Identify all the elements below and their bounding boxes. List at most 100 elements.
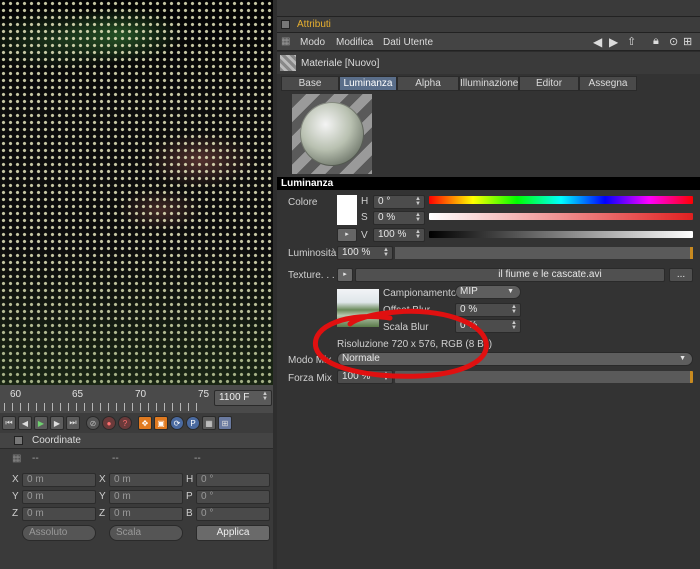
color-swatch[interactable] — [337, 195, 357, 225]
menu-modo[interactable]: Modo — [300, 37, 325, 48]
rotate-icon[interactable]: ⟳ — [170, 416, 184, 430]
axis-label: Y — [99, 491, 106, 502]
rotation-p-field[interactable]: 0 ° — [196, 490, 270, 504]
record-icon[interactable]: ● — [102, 416, 116, 430]
value-slider[interactable] — [429, 231, 693, 238]
step-forward-icon[interactable]: ▶ — [50, 416, 64, 430]
axis-label: P — [186, 491, 193, 502]
pin-icon[interactable]: ⊙ — [669, 35, 678, 48]
grid-icon[interactable]: ▦ — [202, 416, 216, 430]
size-mode-dropdown[interactable]: Scala — [109, 525, 183, 541]
mix-mode-label: Modo Mix — [288, 355, 332, 366]
timeline-tick: 60 — [10, 389, 22, 400]
new-panel-icon[interactable]: ⊞ — [683, 35, 692, 48]
texture-thumbnail — [337, 289, 379, 327]
coordinates-title: Coordinate — [32, 435, 81, 446]
saturation-field[interactable]: 0 % ▲ ▼ — [373, 211, 425, 225]
apply-button[interactable]: Applica — [196, 525, 270, 541]
spinner-icon[interactable]: ▲ ▼ — [262, 391, 268, 402]
scale-blur-field[interactable]: 0 % ▲ ▼ — [455, 319, 521, 333]
texture-file-button[interactable]: il fiume e le cascate.avi — [355, 268, 665, 282]
lock-icon[interactable]: 🔒︎ — [653, 35, 659, 48]
position-x-field[interactable]: 0 m — [22, 473, 96, 487]
tab-illuminazione[interactable]: Illuminazione — [459, 76, 519, 91]
texture-menu-button[interactable]: ▸ — [337, 268, 353, 282]
menu-modifica[interactable]: Modifica — [336, 37, 373, 48]
brightness-slider[interactable] — [395, 247, 693, 259]
offset-blur-label: Offset Blur — [383, 305, 431, 316]
saturation-slider[interactable] — [429, 213, 693, 220]
hue-field[interactable]: 0 ° ▲ ▼ — [373, 195, 425, 209]
param-icon[interactable]: P — [186, 416, 200, 430]
keys-icon[interactable]: ⊞ — [218, 416, 232, 430]
texture-label: Texture. . . — [288, 270, 335, 281]
size-z-field[interactable]: 0 m — [109, 507, 183, 521]
tab-alpha[interactable]: Alpha — [397, 76, 459, 91]
timeline-tick: 75 — [198, 389, 210, 400]
attributes-header: Attributi — [277, 17, 700, 33]
forward-arrow-icon[interactable]: ▶ — [609, 35, 618, 49]
axis-label: H — [186, 474, 194, 485]
mix-strength-field[interactable]: 100 % ▲ ▼ — [337, 370, 393, 384]
grip-icon[interactable]: ▦ — [12, 453, 21, 464]
resolution-text: Risoluzione 720 x 576, RGB (8 Bit) — [337, 339, 493, 350]
play-icon[interactable]: ▶ — [34, 416, 48, 430]
coord-mode-dropdown[interactable]: Assoluto — [22, 525, 96, 541]
texture-browse-button[interactable]: ... — [669, 268, 693, 282]
tab-luminanza[interactable]: Luminanza — [339, 76, 397, 91]
column-header: -- — [32, 453, 39, 464]
axis-label: X — [12, 474, 19, 485]
tab-editor[interactable]: Editor — [519, 76, 579, 91]
axis-label: Y — [12, 491, 19, 502]
scale-icon[interactable]: ▣ — [154, 416, 168, 430]
hue-slider[interactable] — [429, 196, 693, 204]
size-x-field[interactable]: 0 m — [109, 473, 183, 487]
panel-toggle-icon[interactable] — [14, 436, 23, 445]
back-arrow-icon[interactable]: ◀ — [593, 35, 602, 49]
step-back-icon[interactable]: ◀ — [18, 416, 32, 430]
color-expand-button[interactable]: ▸ — [337, 228, 357, 242]
up-arrow-icon[interactable]: ⇧ — [627, 35, 636, 48]
grip-icon[interactable]: ▦ — [281, 36, 290, 47]
material-thumbnail — [280, 55, 296, 71]
axis-label: Z — [99, 508, 106, 519]
sampling-dropdown[interactable]: MIP ▼ — [455, 285, 521, 299]
rotation-b-field[interactable]: 0 ° — [196, 507, 270, 521]
tab-assegna[interactable]: Assegna — [579, 76, 637, 91]
goto-end-icon[interactable]: ⏭ — [66, 416, 80, 430]
panel-toggle-icon[interactable] — [281, 20, 290, 29]
frame-field[interactable]: 1100 F ▲ ▼ — [214, 390, 272, 406]
tab-base[interactable]: Base — [281, 76, 339, 91]
autokey-icon[interactable]: ? — [118, 416, 132, 430]
mix-strength-label: Forza Mix — [288, 373, 332, 384]
rotation-h-field[interactable]: 0 ° — [196, 473, 270, 487]
offset-blur-field[interactable]: 0 % ▲ ▼ — [455, 303, 521, 317]
menu-dati-utente[interactable]: Dati Utente — [383, 37, 433, 48]
transport-bar: ⏮ ◀ ▶ ▶ ⏭ ⊘ ● ? ✥ ▣ ⟳ P ▦ ⊞ — [0, 413, 273, 433]
value-field[interactable]: 100 % ▲ ▼ — [373, 228, 425, 242]
mix-strength-slider[interactable] — [395, 371, 693, 383]
brightness-label: Luminosità — [288, 248, 337, 259]
h-label: H — [361, 196, 369, 207]
viewport[interactable] — [0, 0, 273, 385]
luminance-properties: Colore H 0 ° ▲ ▼ S 0 % ▲ ▼ ▸ V 100 % ▲ ▼ Lumin… — [277, 190, 700, 569]
size-y-field[interactable]: 0 m — [109, 490, 183, 504]
section-title: Luminanza — [277, 177, 700, 190]
s-label: S — [361, 212, 368, 223]
brightness-field[interactable]: 100 % ▲ ▼ — [337, 246, 393, 260]
attributes-menubar: ▦ Modo Modifica Dati Utente ◀ ▶ ⇧ 🔒︎ ⊙ ⊞ — [277, 33, 700, 51]
position-z-field[interactable]: 0 m — [22, 507, 96, 521]
goto-start-icon[interactable]: ⏮ — [2, 416, 16, 430]
timeline-ruler[interactable] — [4, 403, 204, 411]
v-label: V — [361, 230, 368, 241]
move-icon[interactable]: ✥ — [138, 416, 152, 430]
material-preview[interactable] — [292, 94, 372, 174]
color-label: Colore — [288, 197, 318, 208]
timeline-tick: 65 — [72, 389, 84, 400]
position-y-field[interactable]: 0 m — [22, 490, 96, 504]
axis-label: Z — [12, 508, 19, 519]
frame-value: 1100 F — [219, 392, 250, 403]
keyframe-icon[interactable]: ⊘ — [86, 416, 100, 430]
axis-label: X — [99, 474, 106, 485]
mix-mode-dropdown[interactable]: Normale ▼ — [337, 352, 693, 366]
